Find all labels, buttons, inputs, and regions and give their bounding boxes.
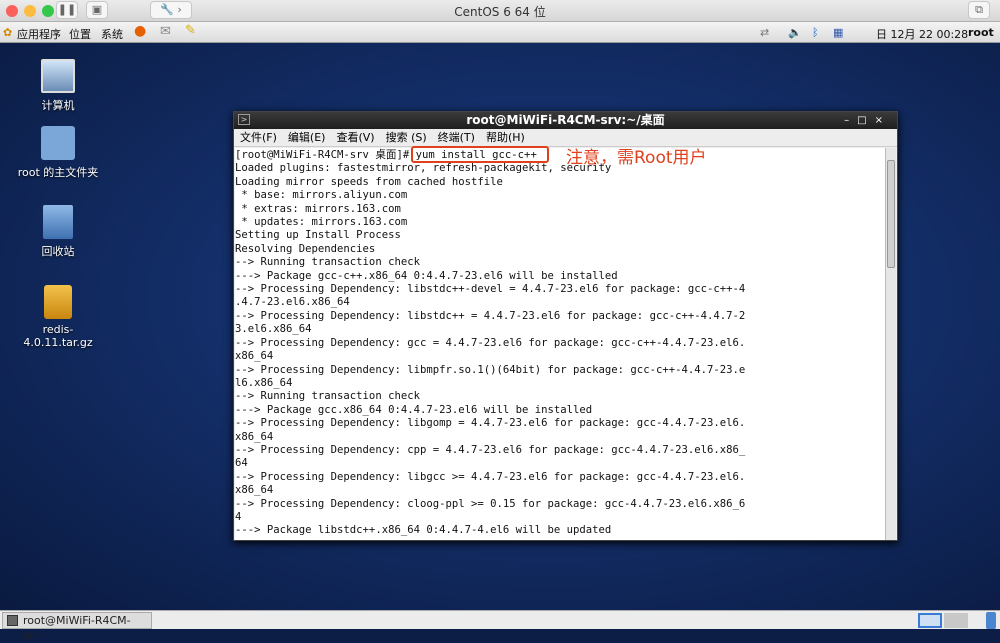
icon-label: redis-4.0.11.tar.gz xyxy=(23,323,93,349)
apps-icon: ✿ xyxy=(3,26,13,39)
computer-icon xyxy=(41,59,75,93)
terminal-titlebar[interactable]: > root@MiWiFi-R4CM-srv:~/桌面 –□× xyxy=(234,112,897,129)
terminal-line: l6.x86_64 xyxy=(235,376,293,389)
terminal-line: --> Running transaction check xyxy=(235,256,420,269)
notes-icon[interactable]: ✎ xyxy=(185,23,196,38)
workspace-2[interactable] xyxy=(944,613,968,628)
terminal-line: --> Processing Dependency: gcc = 4.4.7-2… xyxy=(235,336,746,349)
user-menu[interactable]: root xyxy=(968,26,994,39)
terminal-line: 4 xyxy=(235,510,242,523)
annotation: 注意，需Root用户 xyxy=(566,148,707,168)
trash-applet-icon[interactable] xyxy=(986,612,996,629)
mail-icon[interactable]: ✉ xyxy=(160,24,171,39)
taskbar-terminal[interactable]: root@MiWiFi-R4CM-sr··· xyxy=(2,612,152,642)
terminal-line: --> Processing Dependency: libstdc++-dev… xyxy=(235,283,746,296)
desktop-icon-computer[interactable]: 计算机 xyxy=(8,59,108,113)
terminal-line: * extras: mirrors.163.com xyxy=(235,202,401,215)
terminal-line: Setting up Install Process xyxy=(235,229,401,242)
scrollbar[interactable] xyxy=(885,148,896,540)
host-titlebar: ❚❚ ▣ 🔧 › CentOS 6 64 位 ⧉ xyxy=(0,0,1000,22)
workspace-1[interactable] xyxy=(918,613,942,628)
icon-label: 计算机 xyxy=(41,99,75,112)
menu-terminal[interactable]: 终端(T) xyxy=(438,131,475,144)
terminal-line: ---> Package gcc.x86_64 0:4.4.7-23.el6 w… xyxy=(235,403,593,416)
menu-view[interactable]: 查看(V) xyxy=(336,131,374,144)
terminal-line: x86_64 xyxy=(235,350,274,363)
network-icon[interactable]: ⇄ xyxy=(760,26,769,39)
terminal-line: --> Running transaction check xyxy=(235,390,420,403)
terminal-line: ---> Package gcc-c++.x86_64 0:4.4.7-23.e… xyxy=(235,269,618,282)
terminal-icon xyxy=(7,615,18,626)
terminal-line: Loaded plugins: fastestmirror, refresh-p… xyxy=(235,162,612,175)
archive-icon xyxy=(44,285,72,319)
menu-places[interactable]: 位置 xyxy=(69,26,91,42)
terminal-line: --> Processing Dependency: cloog-ppl >= … xyxy=(235,497,746,510)
terminal-window: > root@MiWiFi-R4CM-srv:~/桌面 –□× 文件(F) 编辑(… xyxy=(233,111,898,541)
terminal-line: --> Processing Dependency: libstdc++ = 4… xyxy=(235,309,746,322)
menu-help[interactable]: 帮助(H) xyxy=(486,131,525,144)
terminal-line: --> Processing Dependency: libgomp = 4.4… xyxy=(235,417,746,430)
display-icon[interactable]: ▦ xyxy=(833,26,843,39)
menu-search[interactable]: 搜索 (S) xyxy=(386,131,427,144)
terminal-line: .4.7-23.el6.x86_64 xyxy=(235,296,350,309)
terminal-line: Resolving Dependencies xyxy=(235,242,376,255)
terminal-line: ---> Package libstdc++.x86_64 0:4.4.7-4.… xyxy=(235,524,612,537)
top-panel: ✿ 应用程序 位置 系统 ● ✉ ✎ ⇄ 🔈 ᛒ ▦ 日 12月 22 00:2… xyxy=(0,22,1000,43)
icon-label: 回收站 xyxy=(41,245,75,258)
desktop-icon-home[interactable]: root 的主文件夹 xyxy=(8,126,108,180)
terminal-icon: > xyxy=(238,114,250,125)
fullscreen-icon[interactable]: ⧉ xyxy=(968,1,990,19)
window-controls[interactable]: –□× xyxy=(844,112,891,129)
bluetooth-icon[interactable]: ᛒ xyxy=(812,26,819,39)
clock[interactable]: 日 12月 22 00:28 xyxy=(876,26,968,42)
terminal-line: --> Processing Dependency: libmpfr.so.1(… xyxy=(235,363,746,376)
terminal-line: * updates: mirrors.163.com xyxy=(235,216,408,229)
home-folder-icon xyxy=(41,126,75,160)
firefox-icon[interactable]: ● xyxy=(134,23,146,39)
window-title: CentOS 6 64 位 xyxy=(454,5,546,19)
trash-icon xyxy=(43,205,73,239)
taskbar-label: root@MiWiFi-R4CM-sr··· xyxy=(23,614,131,642)
volume-icon[interactable]: 🔈 xyxy=(788,26,802,39)
desktop-icon-archive[interactable]: redis-4.0.11.tar.gz xyxy=(8,285,108,349)
terminal-line: x86_64 xyxy=(235,430,274,443)
taskbar: root@MiWiFi-R4CM-sr··· xyxy=(0,610,1000,642)
menu-applications[interactable]: 应用程序 xyxy=(17,26,61,42)
menu-system[interactable]: 系统 xyxy=(101,26,123,42)
terminal-line: Loading mirror speeds from cached hostfi… xyxy=(235,175,503,188)
icon-label: root 的主文件夹 xyxy=(17,166,99,179)
desktop-icon-trash[interactable]: 回收站 xyxy=(8,205,108,259)
scrollbar-thumb[interactable] xyxy=(887,160,895,268)
terminal-line: 3.el6.x86_64 xyxy=(235,323,312,336)
terminal-line: * base: mirrors.aliyun.com xyxy=(235,189,408,202)
menu-edit[interactable]: 编辑(E) xyxy=(288,131,326,144)
terminal-line: --> Processing Dependency: cpp = 4.4.7-2… xyxy=(235,443,746,456)
terminal-line: x86_64 xyxy=(235,484,274,497)
terminal-output[interactable]: [root@MiWiFi-R4CM-srv 桌面]# yum install g… xyxy=(235,148,886,540)
terminal-line: [root@MiWiFi-R4CM-srv 桌面]# yum install g… xyxy=(235,149,537,161)
terminal-line: --> Processing Dependency: libgcc >= 4.4… xyxy=(235,470,746,483)
terminal-line: 64 xyxy=(235,457,248,470)
command-highlight-box xyxy=(411,146,549,163)
menu-file[interactable]: 文件(F) xyxy=(240,131,277,144)
terminal-title: root@MiWiFi-R4CM-srv:~/桌面 xyxy=(466,113,665,127)
